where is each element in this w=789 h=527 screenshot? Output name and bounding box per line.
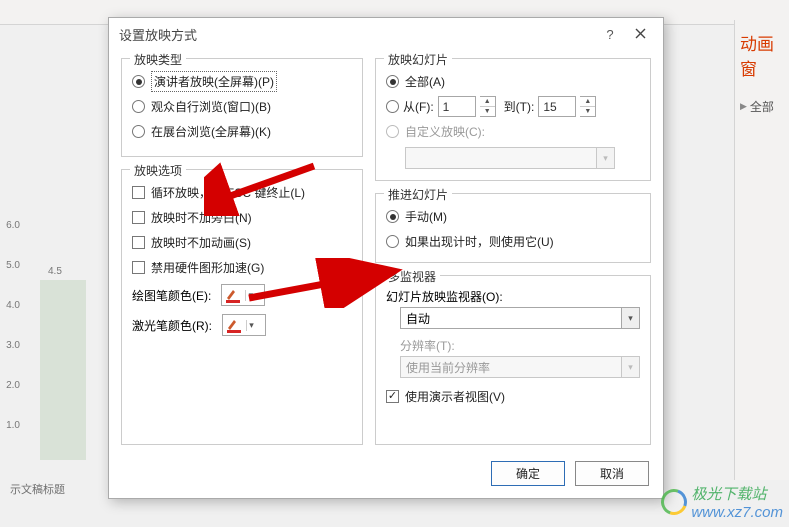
- resolution-label: 分辨率(T):: [400, 337, 640, 354]
- ok-button[interactable]: 确定: [491, 461, 565, 486]
- radio-presenter-label: 演讲者放映(全屏幕)(P): [151, 71, 277, 92]
- check-loop-label: 循环放映，按 ESC 键终止(L): [151, 184, 305, 201]
- laser-color-picker[interactable]: ▾: [222, 314, 266, 336]
- check-no-hw-accel[interactable]: 禁用硬件图形加速(G): [132, 255, 352, 280]
- from-label: 从(F):: [403, 98, 434, 115]
- pen-icon: [224, 316, 244, 334]
- bg-chart: 6.0 5.0 4.0 3.0 2.0 1.0 4.5: [0, 220, 105, 490]
- check-loop[interactable]: 循环放映，按 ESC 键终止(L): [132, 180, 352, 205]
- resolution-dropdown: 使用当前分辨率 ▾: [400, 356, 640, 378]
- check-no-animation[interactable]: 放映时不加动画(S): [132, 230, 352, 255]
- check-no-narration[interactable]: 放映时不加旁白(N): [132, 205, 352, 230]
- footer-text: 示文稿标题: [10, 481, 65, 497]
- group-monitors: 多监视器 幻灯片放映监视器(O): 自动 ▾ 分辨率(T): 使用当前分辨率 ▾…: [375, 275, 651, 445]
- group-play-options: 放映选项 循环放映，按 ESC 键终止(L) 放映时不加旁白(N) 放映时不加动…: [121, 169, 363, 445]
- radio-icon: [132, 100, 145, 113]
- laser-color-label: 激光笔颜色(R):: [132, 317, 212, 334]
- animation-pane-title: 动画窗: [740, 30, 784, 80]
- pen-icon: [223, 286, 243, 304]
- to-spinner[interactable]: ▲▼: [580, 96, 596, 117]
- check-presenter-view[interactable]: 使用演示者视图(V): [386, 384, 640, 409]
- custom-show-value: [405, 147, 597, 169]
- group-play-type: 放映类型 演讲者放映(全屏幕)(P) 观众自行浏览(窗口)(B) 在展台浏览(全…: [121, 58, 363, 157]
- setup-show-dialog: 设置放映方式 ? 放映类型 演讲者放映(全屏幕)(P) 观众自行浏览(窗口)(B…: [108, 17, 664, 499]
- animation-pane-item[interactable]: ▶ 全部: [740, 98, 784, 115]
- cancel-button[interactable]: 取消: [575, 461, 649, 486]
- checkbox-icon: [132, 236, 145, 249]
- chevron-down-icon: ▾: [622, 307, 640, 329]
- play-icon: ▶: [740, 101, 747, 112]
- check-presenter-view-label: 使用演示者视图(V): [405, 388, 505, 405]
- dialog-title: 设置放映方式: [119, 25, 595, 44]
- group-show-slides: 放映幻灯片 全部(A) 从(F): 1 ▲▼ 到(T): 15 ▲▼ 自定义放映…: [375, 58, 651, 181]
- radio-icon: [386, 235, 399, 248]
- radio-icon: [386, 210, 399, 223]
- chevron-down-icon: ▾: [622, 356, 640, 378]
- group-advance-slides: 推进幻灯片 手动(M) 如果出现计时，则使用它(U): [375, 193, 651, 263]
- watermark-url: www.xz7.com: [691, 504, 783, 521]
- legend-advance: 推进幻灯片: [384, 186, 452, 203]
- radio-icon: [386, 75, 399, 88]
- dialog-titlebar: 设置放映方式 ?: [109, 18, 663, 50]
- close-button[interactable]: [625, 27, 655, 42]
- radio-icon: [386, 125, 399, 138]
- up-icon: ▲: [580, 97, 595, 107]
- checkbox-icon: [132, 211, 145, 224]
- monitor-label: 幻灯片放映监视器(O):: [386, 288, 640, 305]
- radio-all-label: 全部(A): [405, 73, 445, 90]
- check-no-animation-label: 放映时不加动画(S): [151, 234, 251, 251]
- animation-item-label: 全部: [750, 98, 774, 115]
- to-label: 到(T):: [504, 98, 535, 115]
- radio-icon: [386, 100, 399, 113]
- chart-bar: [40, 280, 86, 460]
- chevron-down-icon: ▾: [245, 290, 255, 301]
- close-icon: [635, 28, 646, 39]
- watermark-logo-icon: [657, 485, 692, 520]
- radio-presenter[interactable]: 演讲者放映(全屏幕)(P): [132, 69, 352, 94]
- checkbox-icon: [132, 186, 145, 199]
- check-no-narration-label: 放映时不加旁白(N): [151, 209, 252, 226]
- help-button[interactable]: ?: [595, 27, 625, 42]
- radio-icon: [132, 75, 145, 88]
- from-input[interactable]: 1: [438, 96, 476, 117]
- legend-play-type: 放映类型: [130, 51, 186, 68]
- monitor-value: 自动: [400, 307, 622, 329]
- legend-play-options: 放映选项: [130, 162, 186, 179]
- radio-browse[interactable]: 观众自行浏览(窗口)(B): [132, 94, 352, 119]
- pen-color-label: 绘图笔颜色(E):: [132, 287, 211, 304]
- radio-manual-label: 手动(M): [405, 208, 447, 225]
- legend-monitors: 多监视器: [384, 268, 440, 285]
- resolution-value: 使用当前分辨率: [400, 356, 622, 378]
- checkbox-icon: [386, 390, 399, 403]
- up-icon: ▲: [480, 97, 495, 107]
- from-spinner[interactable]: ▲▼: [480, 96, 496, 117]
- radio-kiosk-label: 在展台浏览(全屏幕)(K): [151, 123, 271, 140]
- radio-from-to[interactable]: 从(F): 1 ▲▼ 到(T): 15 ▲▼: [386, 94, 640, 119]
- radio-timed-label: 如果出现计时，则使用它(U): [405, 233, 554, 250]
- radio-browse-label: 观众自行浏览(窗口)(B): [151, 98, 271, 115]
- radio-icon: [132, 125, 145, 138]
- to-input[interactable]: 15: [538, 96, 576, 117]
- pen-color-picker[interactable]: ▾: [221, 284, 265, 306]
- radio-timed[interactable]: 如果出现计时，则使用它(U): [386, 229, 640, 254]
- chevron-down-icon: ▾: [597, 147, 615, 169]
- watermark-text: 极光下载站: [691, 486, 766, 503]
- bar-value-label: 4.5: [48, 266, 62, 277]
- animation-pane: 动画窗 ▶ 全部: [734, 20, 789, 480]
- legend-show-slides: 放映幻灯片: [384, 51, 452, 68]
- radio-manual[interactable]: 手动(M): [386, 204, 640, 229]
- radio-custom-label: 自定义放映(C):: [405, 123, 485, 140]
- radio-custom: 自定义放映(C):: [386, 119, 640, 144]
- dialog-button-bar: 确定 取消: [109, 453, 663, 498]
- chevron-down-icon: ▾: [246, 320, 256, 331]
- down-icon: ▼: [480, 107, 495, 116]
- radio-all[interactable]: 全部(A): [386, 69, 640, 94]
- custom-show-dropdown: ▾: [405, 147, 615, 169]
- watermark: 极光下载站 www.xz7.com: [661, 483, 783, 521]
- radio-kiosk[interactable]: 在展台浏览(全屏幕)(K): [132, 119, 352, 144]
- check-no-hw-accel-label: 禁用硬件图形加速(G): [151, 259, 264, 276]
- down-icon: ▼: [580, 107, 595, 116]
- checkbox-icon: [132, 261, 145, 274]
- monitor-dropdown[interactable]: 自动 ▾: [400, 307, 640, 329]
